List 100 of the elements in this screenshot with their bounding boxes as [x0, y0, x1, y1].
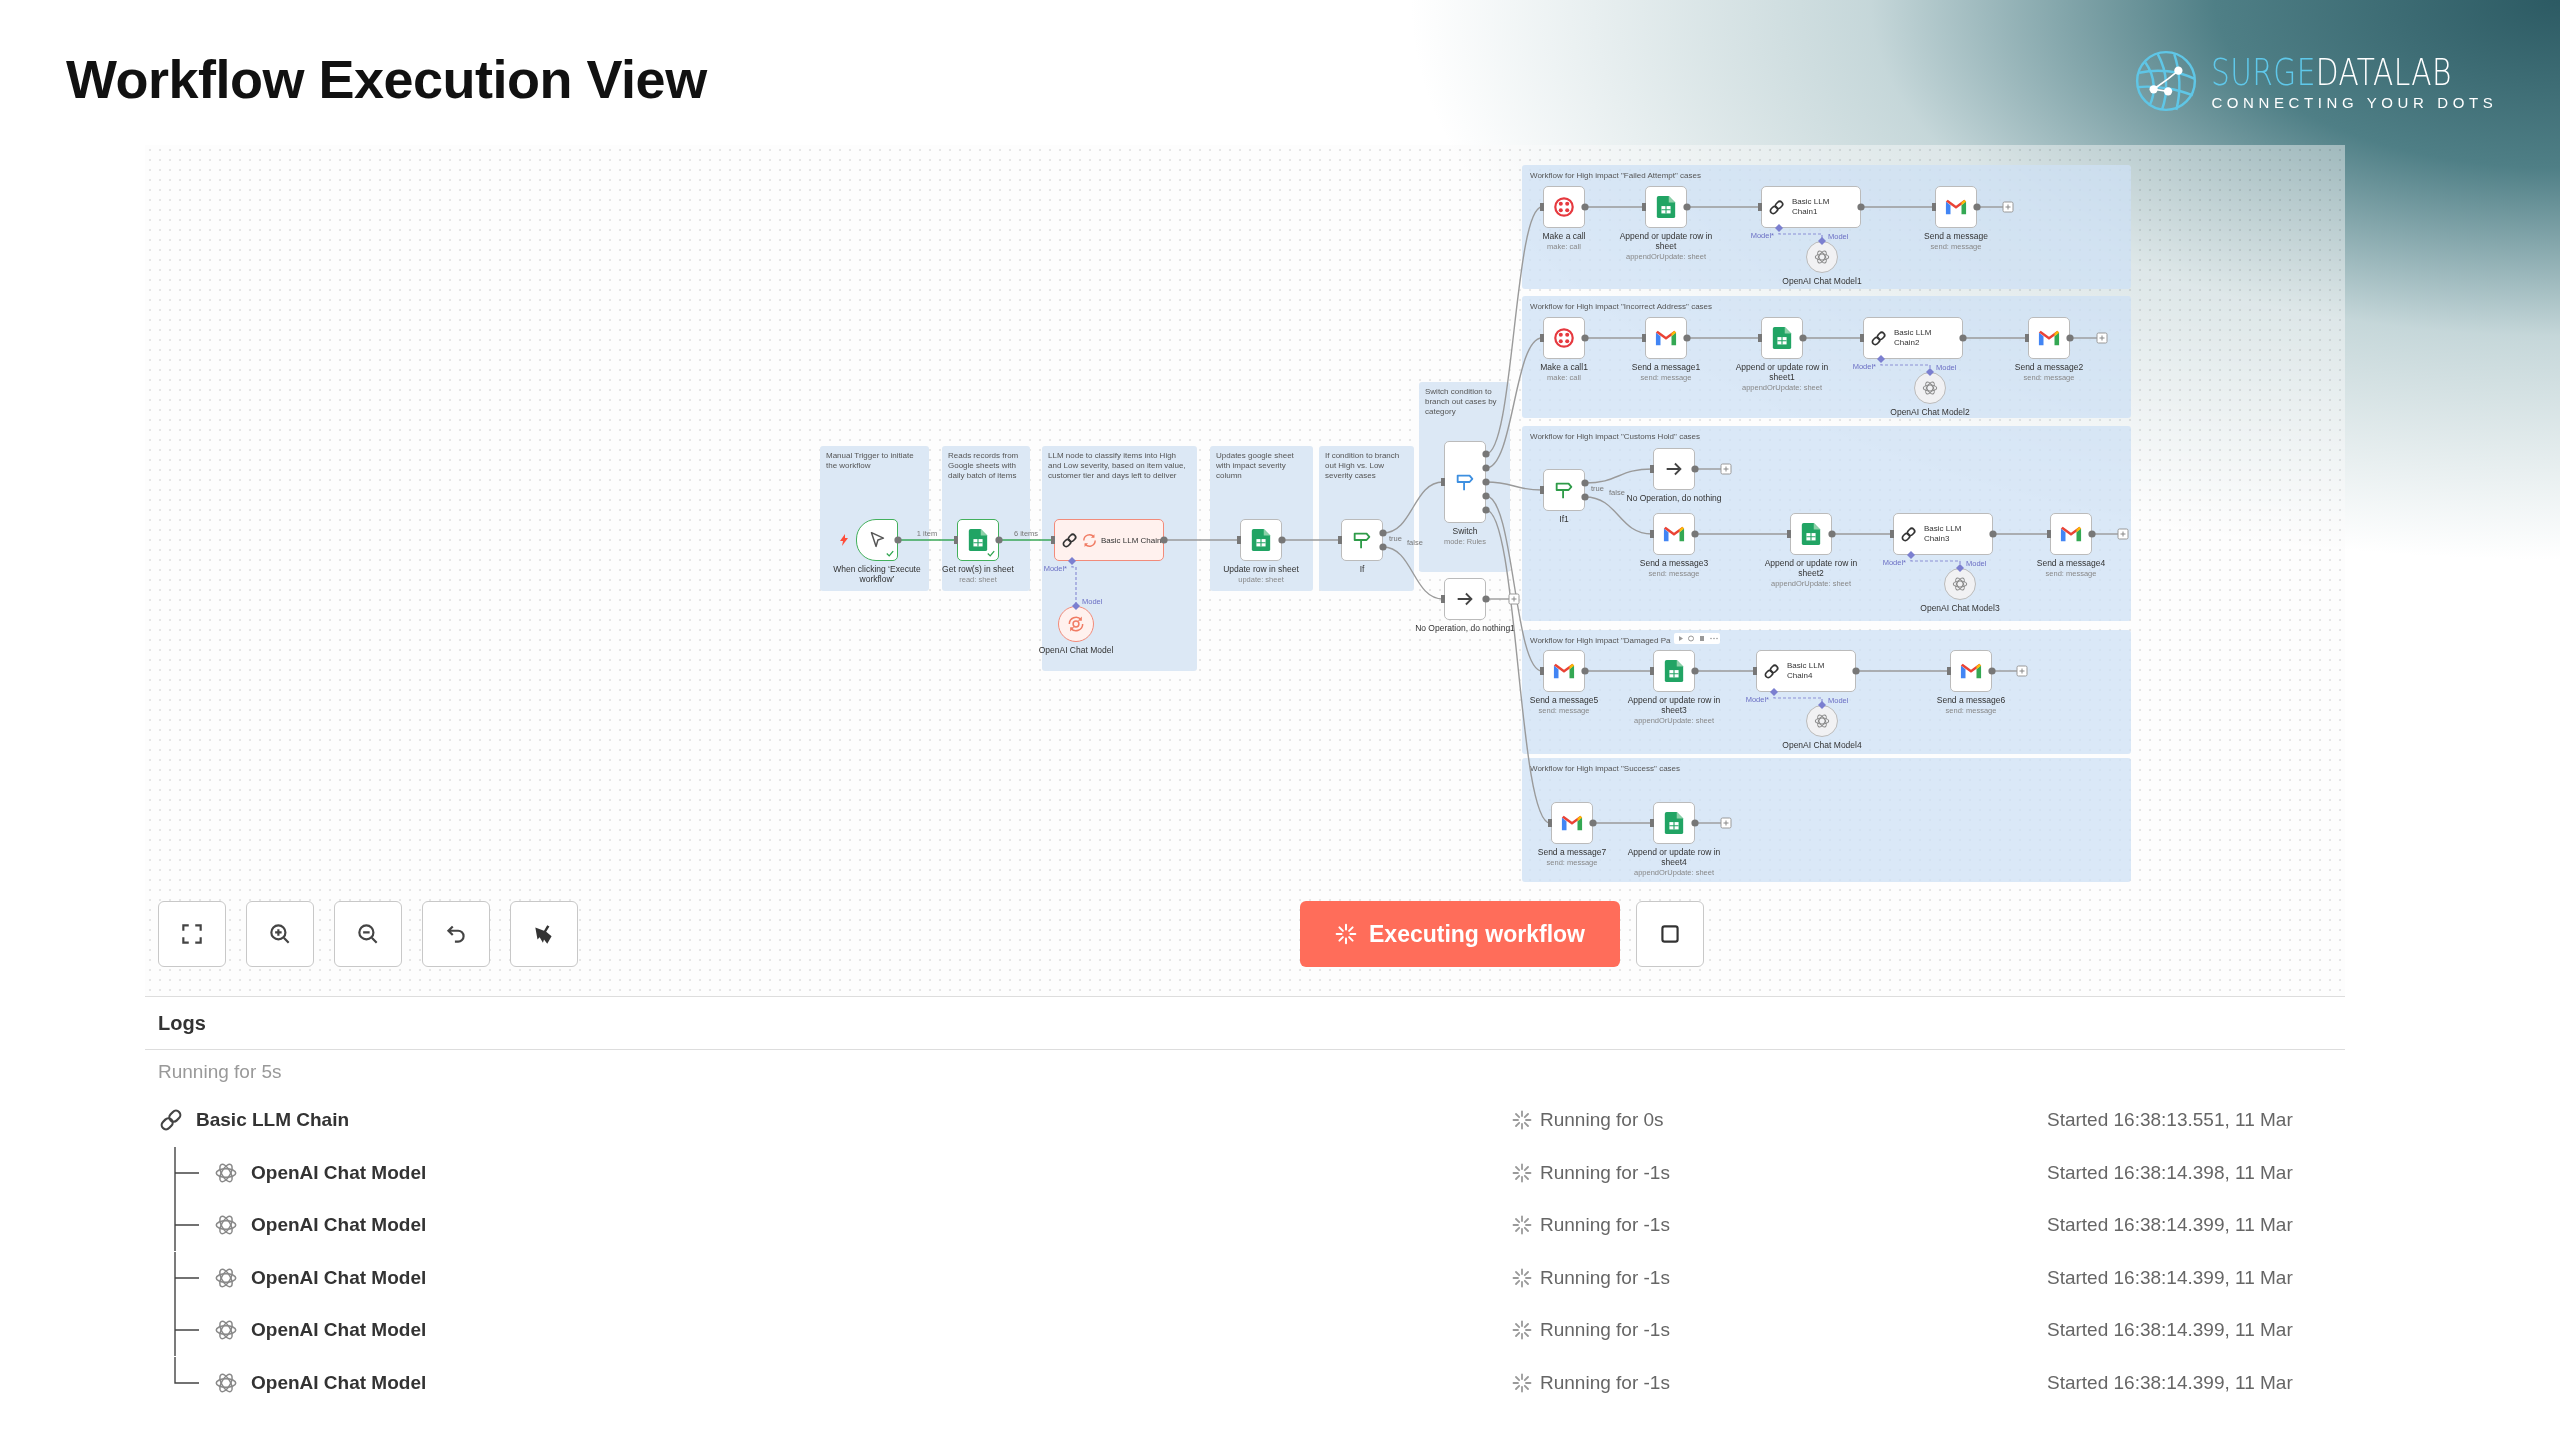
- input-handle[interactable]: [1642, 334, 1646, 342]
- input-handle[interactable]: [2047, 530, 2051, 538]
- workflow-node[interactable]: [1444, 441, 1486, 523]
- workflow-node[interactable]: [1761, 317, 1803, 359]
- input-handle[interactable]: [1890, 530, 1894, 538]
- output-handle[interactable]: [1691, 465, 1699, 473]
- log-entry-name[interactable]: OpenAI Chat Model: [251, 1371, 427, 1394]
- output-handle[interactable]: [1988, 667, 1996, 675]
- input-handle[interactable]: [1237, 536, 1241, 544]
- workflow-node[interactable]: [1543, 650, 1585, 692]
- log-entry-name[interactable]: OpenAI Chat Model: [251, 1214, 427, 1237]
- output-handle[interactable]: [2066, 334, 2074, 342]
- tidy-up-button[interactable]: [510, 901, 578, 967]
- input-handle[interactable]: [1540, 486, 1544, 494]
- output-handle[interactable]: [1799, 334, 1807, 342]
- output-handle[interactable]: [1581, 334, 1589, 342]
- fit-view-button[interactable]: [158, 901, 226, 967]
- workflow-node[interactable]: Basic LLM Chain1: [1761, 186, 1861, 228]
- output-handle[interactable]: [1482, 595, 1490, 603]
- add-node-button[interactable]: [2117, 528, 2129, 540]
- add-node-button[interactable]: [2096, 332, 2108, 344]
- workflow-node[interactable]: [1645, 317, 1687, 359]
- workflow-node[interactable]: [2028, 317, 2070, 359]
- output-handle[interactable]: [1581, 667, 1589, 675]
- input-handle[interactable]: [1650, 530, 1654, 538]
- output-handle[interactable]: [1989, 530, 1997, 538]
- input-handle[interactable]: [1860, 334, 1864, 342]
- workflow-node[interactable]: [1543, 469, 1585, 511]
- port-diamond[interactable]: [1775, 224, 1783, 232]
- add-node-button[interactable]: [1720, 463, 1732, 475]
- add-node-button[interactable]: [1508, 593, 1520, 605]
- workflow-node[interactable]: Basic LLM Chain2: [1863, 317, 1963, 359]
- port-diamond[interactable]: [1926, 368, 1934, 376]
- input-handle[interactable]: [1650, 667, 1654, 675]
- node-toolbar[interactable]: [1673, 633, 1720, 645]
- input-handle[interactable]: [1758, 334, 1762, 342]
- port-diamond[interactable]: [1818, 237, 1826, 245]
- input-handle[interactable]: [1650, 465, 1654, 473]
- log-entry-name[interactable]: OpenAI Chat Model: [251, 1319, 427, 1342]
- log-entry-name[interactable]: OpenAI Chat Model: [251, 1161, 427, 1184]
- zoom-in-button[interactable]: [246, 901, 314, 967]
- input-handle[interactable]: [2025, 334, 2029, 342]
- output-handle[interactable]: [1857, 203, 1865, 211]
- workflow-node[interactable]: [1950, 650, 1992, 692]
- output-handle[interactable]: [1278, 536, 1286, 544]
- zoom-out-button[interactable]: [334, 901, 402, 967]
- workflow-node[interactable]: [1935, 186, 1977, 228]
- workflow-node[interactable]: [1653, 802, 1695, 844]
- workflow-node[interactable]: Basic LLM Chain4: [1756, 650, 1856, 692]
- input-handle[interactable]: [1051, 536, 1055, 544]
- output-handle[interactable]: [1852, 667, 1860, 675]
- workflow-node[interactable]: [1790, 513, 1832, 555]
- output-handle[interactable]: [894, 536, 902, 544]
- output-handle[interactable]: [2088, 530, 2096, 538]
- input-handle[interactable]: [1947, 667, 1951, 675]
- output-handle[interactable]: [1691, 819, 1699, 827]
- workflow-node[interactable]: [1341, 519, 1383, 561]
- workflow-node[interactable]: [1240, 519, 1282, 561]
- add-node-button[interactable]: [1720, 817, 1732, 829]
- add-node-button[interactable]: [2016, 665, 2028, 677]
- port-diamond[interactable]: [1956, 564, 1964, 572]
- input-handle[interactable]: [1441, 595, 1445, 603]
- input-handle[interactable]: [1441, 478, 1445, 486]
- workflow-node[interactable]: [1653, 650, 1695, 692]
- undo-button[interactable]: [422, 901, 490, 967]
- port-diamond[interactable]: [1818, 701, 1826, 709]
- output-handle[interactable]: [1691, 667, 1699, 675]
- workflow-node[interactable]: [1543, 186, 1585, 228]
- output-handle[interactable]: [1691, 530, 1699, 538]
- workflow-node[interactable]: [1444, 578, 1486, 620]
- output-handle[interactable]: [1683, 203, 1691, 211]
- input-handle[interactable]: [1787, 530, 1791, 538]
- input-handle[interactable]: [1642, 203, 1646, 211]
- workflow-node[interactable]: [957, 519, 999, 561]
- output-handle[interactable]: [1683, 334, 1691, 342]
- workflow-node[interactable]: [1543, 317, 1585, 359]
- workflow-node[interactable]: [1645, 186, 1687, 228]
- input-handle[interactable]: [1650, 819, 1654, 827]
- input-handle[interactable]: [1540, 203, 1544, 211]
- workflow-node[interactable]: [1653, 448, 1695, 490]
- port-diamond[interactable]: [1770, 688, 1778, 696]
- input-handle[interactable]: [1540, 334, 1544, 342]
- input-handle[interactable]: [954, 536, 958, 544]
- port-diamond[interactable]: [1068, 557, 1076, 565]
- output-handle[interactable]: [1973, 203, 1981, 211]
- output-handle[interactable]: [1160, 536, 1168, 544]
- output-handle[interactable]: [1959, 334, 1967, 342]
- input-handle[interactable]: [1548, 819, 1552, 827]
- input-handle[interactable]: [1758, 203, 1762, 211]
- input-handle[interactable]: [1753, 667, 1757, 675]
- workflow-node[interactable]: [1653, 513, 1695, 555]
- output-handle[interactable]: [995, 536, 1003, 544]
- workflow-node[interactable]: [2050, 513, 2092, 555]
- port-diamond[interactable]: [1072, 602, 1080, 610]
- output-handle[interactable]: [1581, 203, 1589, 211]
- workflow-node[interactable]: Basic LLM Chain: [1054, 519, 1164, 561]
- input-handle[interactable]: [1932, 203, 1936, 211]
- output-handle[interactable]: [1589, 819, 1597, 827]
- add-node-button[interactable]: [2002, 201, 2014, 213]
- input-handle[interactable]: [1338, 536, 1342, 544]
